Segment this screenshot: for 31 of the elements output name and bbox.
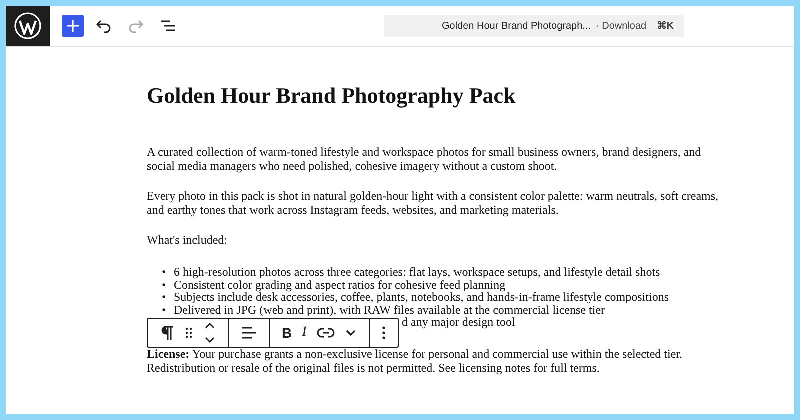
move-arrows-icon[interactable] bbox=[204, 321, 216, 345]
license-paragraph[interactable]: License: Your purchase grants a non-exclusive license for personal and commercial use within the selected tier. Redistribution or resale of the original files is not permitted. See licensing notes for full terms. bbox=[147, 346, 722, 374]
document-title: Golden Hour Brand Photograph... bbox=[442, 20, 591, 32]
post-type-label: · Download bbox=[596, 20, 647, 32]
list-item[interactable]: d any major design tool bbox=[402, 315, 516, 330]
drag-handle-icon[interactable] bbox=[184, 326, 194, 340]
bullet: • bbox=[162, 278, 168, 292]
align-icon[interactable] bbox=[241, 326, 257, 340]
list-view-icon bbox=[160, 20, 176, 32]
post-title[interactable]: Golden Hour Brand Photography Pack bbox=[147, 83, 722, 109]
shortcut-label: ⌘K bbox=[656, 20, 674, 32]
redo-icon bbox=[128, 19, 144, 33]
italic-button[interactable]: I bbox=[302, 325, 307, 341]
paragraph-icon[interactable] bbox=[160, 325, 174, 341]
bold-button[interactable]: B bbox=[282, 325, 292, 341]
bullet: • bbox=[162, 265, 168, 280]
undo-icon bbox=[96, 19, 112, 33]
command-bar[interactable]: Golden Hour Brand Photograph... · Download ⌘K bbox=[384, 15, 684, 37]
chevron-down-icon[interactable] bbox=[344, 329, 357, 337]
paragraph[interactable]: What's included: bbox=[147, 233, 722, 247]
list-item[interactable]: Delivered in JPG (web and print), with RAW files available at the commercial license tier bbox=[174, 302, 606, 317]
bullet: • bbox=[162, 302, 168, 317]
more-options-icon[interactable] bbox=[382, 326, 386, 340]
paragraph[interactable]: Every photo in this pack is shot in natural golden-hour light with a consistent color palette: warm neutrals, soft creams, and earthy tones that work across Instagram feeds, websites, and marketing materials. bbox=[147, 189, 722, 217]
add-block-button[interactable] bbox=[62, 15, 84, 37]
list-item[interactable]: 6 high-resolution photos across three categories: flat lays, workspace setups, and lifestyle detail shots bbox=[174, 265, 660, 280]
list-item[interactable]: Consistent color grading and aspect ratios for cohesive feed planning bbox=[174, 278, 506, 292]
link-icon[interactable] bbox=[316, 327, 335, 339]
bullet: • bbox=[162, 290, 168, 304]
paragraph[interactable]: A curated collection of warm-toned lifestyle and workspace photos for small business owners, brand designers, and social media managers who need polished, cohesive imagery without a custom shoot. bbox=[147, 145, 722, 173]
plus-icon bbox=[66, 19, 80, 33]
